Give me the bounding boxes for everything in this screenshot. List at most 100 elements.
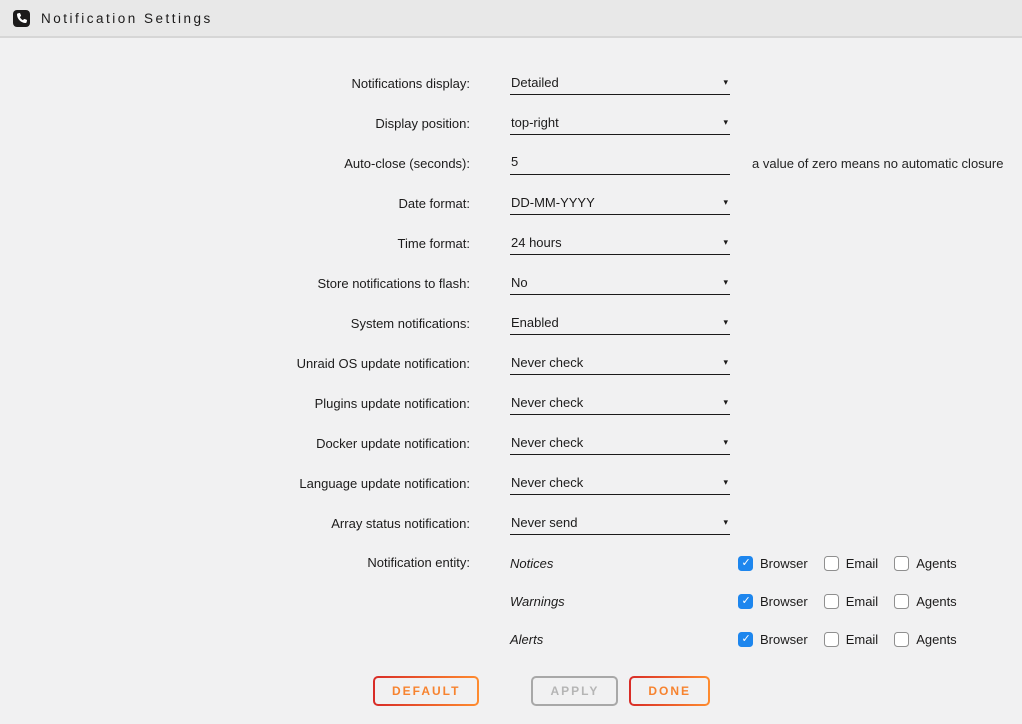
row-date-format: Date format: DD-MM-YYYY ▾ [0,184,1022,224]
row-notifications-display: Notifications display: Detailed ▾ [0,64,1022,104]
checkbox-label: Agents [916,632,956,647]
checkbox-group: Browser Email Agents [738,632,973,647]
entity-name-notices: Notices [510,556,738,571]
chevron-down-icon: ▾ [723,476,728,489]
array-status-select[interactable]: Never send ▾ [510,504,730,535]
notices-email-checkbox[interactable]: Email [824,556,879,571]
checkbox-checked-icon[interactable] [738,632,753,647]
docker-update-select[interactable]: Never check ▾ [510,424,730,455]
field-label: Docker update notification: [0,424,470,451]
auto-close-help-text: a value of zero means no automatic closu… [752,144,1003,171]
checkbox-icon[interactable] [894,632,909,647]
default-button-label: DEFAULT [375,678,477,704]
field-label: Display position: [0,104,470,131]
checkbox-icon[interactable] [824,556,839,571]
chevron-down-icon: ▾ [723,276,728,289]
checkbox-label: Email [846,556,879,571]
chevron-down-icon: ▾ [723,356,728,369]
checkbox-icon[interactable] [824,632,839,647]
chevron-down-icon: ▾ [723,236,728,249]
checkbox-label: Email [846,632,879,647]
row-language-update-notification: Language update notification: Never chec… [0,464,1022,504]
alerts-agents-checkbox[interactable]: Agents [894,632,956,647]
field-label: Notifications display: [0,64,470,91]
checkbox-label: Agents [916,556,956,571]
field-label: Time format: [0,224,470,251]
selected-value: 24 hours [511,235,562,250]
checkbox-label: Email [846,594,879,609]
selected-value: DD-MM-YYYY [511,195,595,210]
field-label: Auto-close (seconds): [0,144,470,171]
row-display-position: Display position: top-right ▾ [0,104,1022,144]
selected-value: Never check [511,355,583,370]
date-format-select[interactable]: DD-MM-YYYY ▾ [510,184,730,215]
row-time-format: Time format: 24 hours ▾ [0,224,1022,264]
field-label: Language update notification: [0,464,470,491]
checkbox-label: Agents [916,594,956,609]
apply-button[interactable]: APPLY [531,676,618,706]
selected-value: Detailed [511,75,559,90]
default-button[interactable]: DEFAULT [373,676,479,706]
os-update-select[interactable]: Never check ▾ [510,344,730,375]
notices-agents-checkbox[interactable]: Agents [894,556,956,571]
auto-close-field[interactable] [510,144,730,175]
row-os-update-notification: Unraid OS update notification: Never che… [0,344,1022,384]
notifications-display-select[interactable]: Detailed ▾ [510,64,730,95]
done-button-label: DONE [631,678,708,704]
field-label: Store notifications to flash: [0,264,470,291]
field-label: System notifications: [0,304,470,331]
checkbox-icon[interactable] [824,594,839,609]
chevron-down-icon: ▾ [723,436,728,449]
row-system-notifications: System notifications: Enabled ▾ [0,304,1022,344]
notices-browser-checkbox[interactable]: Browser [738,556,808,571]
system-notifications-select[interactable]: Enabled ▾ [510,304,730,335]
checkbox-label: Browser [760,556,808,571]
language-update-select[interactable]: Never check ▾ [510,464,730,495]
row-auto-close: Auto-close (seconds): a value of zero me… [0,144,1022,184]
warnings-email-checkbox[interactable]: Email [824,594,879,609]
chevron-down-icon: ▾ [723,396,728,409]
checkbox-group: Browser Email Agents [738,594,973,609]
plugins-update-select[interactable]: Never check ▾ [510,384,730,415]
checkbox-checked-icon[interactable] [738,556,753,571]
entity-row-alerts: Alerts Browser Email Agents [0,620,1022,658]
done-button[interactable]: DONE [629,676,710,706]
page-title: Notification Settings [41,11,213,26]
button-bar: DEFAULT APPLY DONE [373,676,1022,706]
checkbox-label: Browser [760,594,808,609]
display-position-select[interactable]: top-right ▾ [510,104,730,135]
selected-value: No [511,275,528,290]
chevron-down-icon: ▾ [723,116,728,129]
row-docker-update-notification: Docker update notification: Never check … [0,424,1022,464]
field-label: Notification entity: [0,544,470,582]
entity-name-alerts: Alerts [510,632,738,647]
auto-close-input[interactable] [511,154,711,169]
store-to-flash-select[interactable]: No ▾ [510,264,730,295]
checkbox-label: Browser [760,632,808,647]
phone-icon [13,10,30,27]
row-array-status-notification: Array status notification: Never send ▾ [0,504,1022,544]
page-header: Notification Settings [0,0,1022,38]
field-label: Unraid OS update notification: [0,344,470,371]
field-label: Array status notification: [0,504,470,531]
chevron-down-icon: ▾ [723,516,728,529]
warnings-browser-checkbox[interactable]: Browser [738,594,808,609]
time-format-select[interactable]: 24 hours ▾ [510,224,730,255]
row-plugins-update-notification: Plugins update notification: Never check… [0,384,1022,424]
selected-value: Never check [511,435,583,450]
chevron-down-icon: ▾ [723,76,728,89]
selected-value: Never send [511,515,577,530]
field-label: Date format: [0,184,470,211]
entity-row-notices: Notification entity: Notices Browser Ema… [0,544,1022,582]
chevron-down-icon: ▾ [723,196,728,209]
checkbox-icon[interactable] [894,556,909,571]
selected-value: top-right [511,115,559,130]
checkbox-checked-icon[interactable] [738,594,753,609]
alerts-browser-checkbox[interactable]: Browser [738,632,808,647]
entity-name-warnings: Warnings [510,594,738,609]
alerts-email-checkbox[interactable]: Email [824,632,879,647]
field-label: Plugins update notification: [0,384,470,411]
warnings-agents-checkbox[interactable]: Agents [894,594,956,609]
entity-row-warnings: Warnings Browser Email Agents [0,582,1022,620]
checkbox-icon[interactable] [894,594,909,609]
